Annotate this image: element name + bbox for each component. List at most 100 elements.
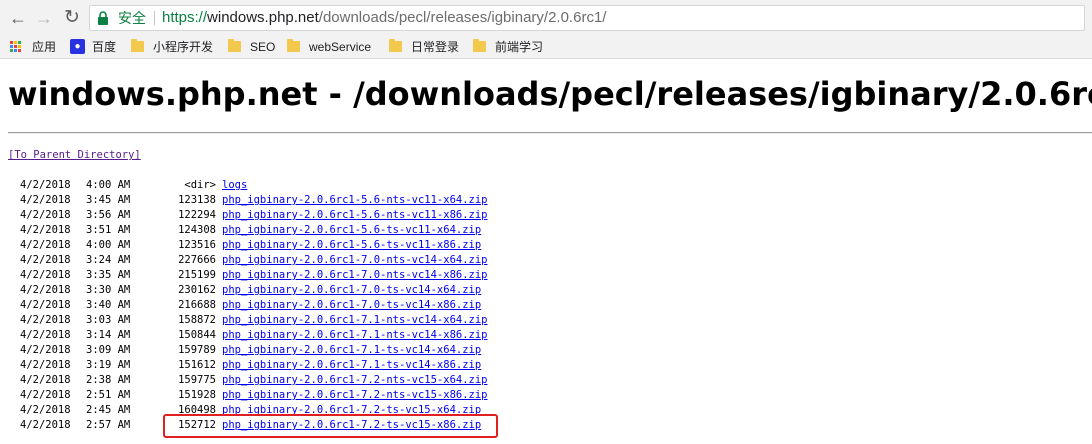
file-size: 158872 — [178, 314, 216, 326]
table-row: 4/2/2018 3:19 AM 151612 php_igbinary-2.0.6r… — [0, 358, 620, 373]
file-size: 151928 — [178, 389, 216, 401]
bookmark-label: 百度 — [92, 40, 117, 54]
folder-icon — [473, 39, 486, 52]
file-date: 4/2/2018 — [20, 209, 71, 221]
table-row: 4/2/2018 3:09 AM 159789 php_igbinary-2.0.6r… — [0, 343, 620, 358]
file-link[interactable]: php_igbinary-2.0.6rc1-7.1-nts-vc14-x64.z… — [222, 313, 488, 328]
file-link[interactable]: php_igbinary-2.0.6rc1-7.1-ts-vc14-x86.zi… — [222, 358, 481, 373]
highlight-box — [163, 414, 498, 438]
file-link[interactable]: php_igbinary-2.0.6rc1-5.6-nts-vc11-x64.z… — [222, 193, 488, 208]
table-row: 4/2/2018 3:24 AM 227666 php_igbinary-2.0.6r… — [0, 253, 620, 268]
file-size: 216688 — [178, 299, 216, 311]
file-link[interactable]: php_igbinary-2.0.6rc1-7.0-ts-vc14-x64.zi… — [222, 283, 481, 298]
file-time: 2:45 AM — [86, 404, 131, 416]
file-date: 4/2/2018 — [20, 224, 71, 236]
omnibox-separator — [154, 11, 155, 25]
bookmark-label: 日常登录 — [411, 40, 460, 54]
file-date: 4/2/2018 — [20, 374, 71, 386]
folder-icon — [131, 39, 144, 52]
file-size: 124308 — [178, 224, 216, 236]
file-date: 4/2/2018 — [20, 194, 71, 206]
file-link[interactable]: php_igbinary-2.0.6rc1-7.0-nts-vc14-x64.z… — [222, 253, 488, 268]
bookmark-label: 前端学习 — [495, 40, 544, 54]
file-date: 4/2/2018 — [20, 419, 71, 431]
folder-icon — [389, 39, 402, 52]
page-title: windows.php.net - /downloads/pecl/releas… — [8, 75, 1092, 113]
file-size: <dir> — [184, 179, 216, 191]
file-date: 4/2/2018 — [20, 179, 71, 191]
file-link[interactable]: php_igbinary-2.0.6rc1-5.6-ts-vc11-x64.zi… — [222, 223, 481, 238]
table-row: 4/2/2018 4:00 AM <dir> logs — [0, 178, 620, 193]
file-size: 227666 — [178, 254, 216, 266]
file-link[interactable]: php_igbinary-2.0.6rc1-7.0-nts-vc14-x86.z… — [222, 268, 488, 283]
file-link[interactable]: php_igbinary-2.0.6rc1-7.1-nts-vc14-x86.z… — [222, 328, 488, 343]
file-size: 159789 — [178, 344, 216, 356]
browser-toolbar: ← → ↻ 安全 https://windows.php.net/downloa… — [0, 0, 1092, 36]
bookmark-label: 应用 — [32, 40, 57, 54]
file-time: 3:19 AM — [86, 359, 131, 371]
url-text[interactable]: https://windows.php.net/downloads/pecl/r… — [162, 6, 606, 30]
file-time: 2:38 AM — [86, 374, 131, 386]
file-size: 151612 — [178, 359, 216, 371]
baidu-paw-icon: ● — [70, 39, 85, 54]
file-date: 4/2/2018 — [20, 389, 71, 401]
secure-label: 安全 — [118, 10, 146, 26]
parent-directory-link[interactable]: [To Parent Directory] — [8, 149, 141, 161]
file-date: 4/2/2018 — [20, 314, 71, 326]
file-date: 4/2/2018 — [20, 254, 71, 266]
table-row: 4/2/2018 3:56 AM 122294 php_igbinary-2.0.6r… — [0, 208, 620, 223]
file-time: 4:00 AM — [86, 239, 131, 251]
file-link[interactable]: php_igbinary-2.0.6rc1-7.2-nts-vc15-x64.z… — [222, 373, 488, 388]
back-arrow-icon[interactable]: ← — [6, 6, 30, 30]
file-time: 3:14 AM — [86, 329, 131, 341]
table-row: 4/2/2018 3:35 AM 215199 php_igbinary-2.0.6r… — [0, 268, 620, 283]
bookmark-label: 小程序开发 — [153, 40, 214, 54]
url-scheme: https:// — [162, 9, 208, 26]
table-row: 4/2/2018 2:38 AM 159775 php_igbinary-2.0.6r… — [0, 373, 620, 388]
address-bar[interactable]: 安全 https://windows.php.net/downloads/pec… — [89, 5, 1085, 31]
file-time: 3:03 AM — [86, 314, 131, 326]
file-time: 3:56 AM — [86, 209, 131, 221]
table-row: 4/2/2018 2:51 AM 151928 php_igbinary-2.0.6r… — [0, 388, 620, 403]
bookmarks-bar: 应用 ● 百度 小程序开发 SEO webService 日常登录 前端学习 — [0, 36, 1092, 59]
file-time: 3:09 AM — [86, 344, 131, 356]
file-time: 3:40 AM — [86, 299, 131, 311]
divider — [8, 132, 1092, 134]
file-time: 3:35 AM — [86, 269, 131, 281]
file-size: 230162 — [178, 284, 216, 296]
file-size: 123516 — [178, 239, 216, 251]
table-row: 4/2/2018 3:14 AM 150844 php_igbinary-2.0.6r… — [0, 328, 620, 343]
file-link[interactable]: logs — [222, 178, 247, 193]
bookmark-label: webService — [309, 40, 372, 54]
file-time: 3:24 AM — [86, 254, 131, 266]
file-time: 4:00 AM — [86, 179, 131, 191]
file-size: 122294 — [178, 209, 216, 221]
reload-icon[interactable]: ↻ — [60, 6, 84, 30]
file-date: 4/2/2018 — [20, 344, 71, 356]
file-time: 2:57 AM — [86, 419, 131, 431]
file-size: 159775 — [178, 374, 216, 386]
file-link[interactable]: php_igbinary-2.0.6rc1-5.6-nts-vc11-x86.z… — [222, 208, 488, 223]
file-time: 3:45 AM — [86, 194, 131, 206]
file-link[interactable]: php_igbinary-2.0.6rc1-7.0-ts-vc14-x86.zi… — [222, 298, 481, 313]
table-row: 4/2/2018 3:45 AM 123138 php_igbinary-2.0.6r… — [0, 193, 620, 208]
table-row: 4/2/2018 3:51 AM 124308 php_igbinary-2.0.6r… — [0, 223, 620, 238]
file-date: 4/2/2018 — [20, 239, 71, 251]
url-host: windows.php.net — [207, 9, 319, 26]
lock-icon — [98, 11, 108, 25]
apps-grid-icon — [10, 41, 22, 53]
file-date: 4/2/2018 — [20, 299, 71, 311]
file-date: 4/2/2018 — [20, 329, 71, 341]
file-date: 4/2/2018 — [20, 404, 71, 416]
file-link[interactable]: php_igbinary-2.0.6rc1-7.2-nts-vc15-x86.z… — [222, 388, 488, 403]
file-date: 4/2/2018 — [20, 284, 71, 296]
file-link[interactable]: php_igbinary-2.0.6rc1-5.6-ts-vc11-x86.zi… — [222, 238, 481, 253]
file-time: 2:51 AM — [86, 389, 131, 401]
table-row: 4/2/2018 4:00 AM 123516 php_igbinary-2.0.6r… — [0, 238, 620, 253]
file-link[interactable]: php_igbinary-2.0.6rc1-7.1-ts-vc14-x64.zi… — [222, 343, 481, 358]
file-size: 150844 — [178, 329, 216, 341]
forward-arrow-icon[interactable]: → — [32, 6, 56, 30]
file-date: 4/2/2018 — [20, 269, 71, 281]
url-path: /downloads/pecl/releases/igbinary/2.0.6r… — [318, 9, 607, 26]
file-time: 3:51 AM — [86, 224, 131, 236]
